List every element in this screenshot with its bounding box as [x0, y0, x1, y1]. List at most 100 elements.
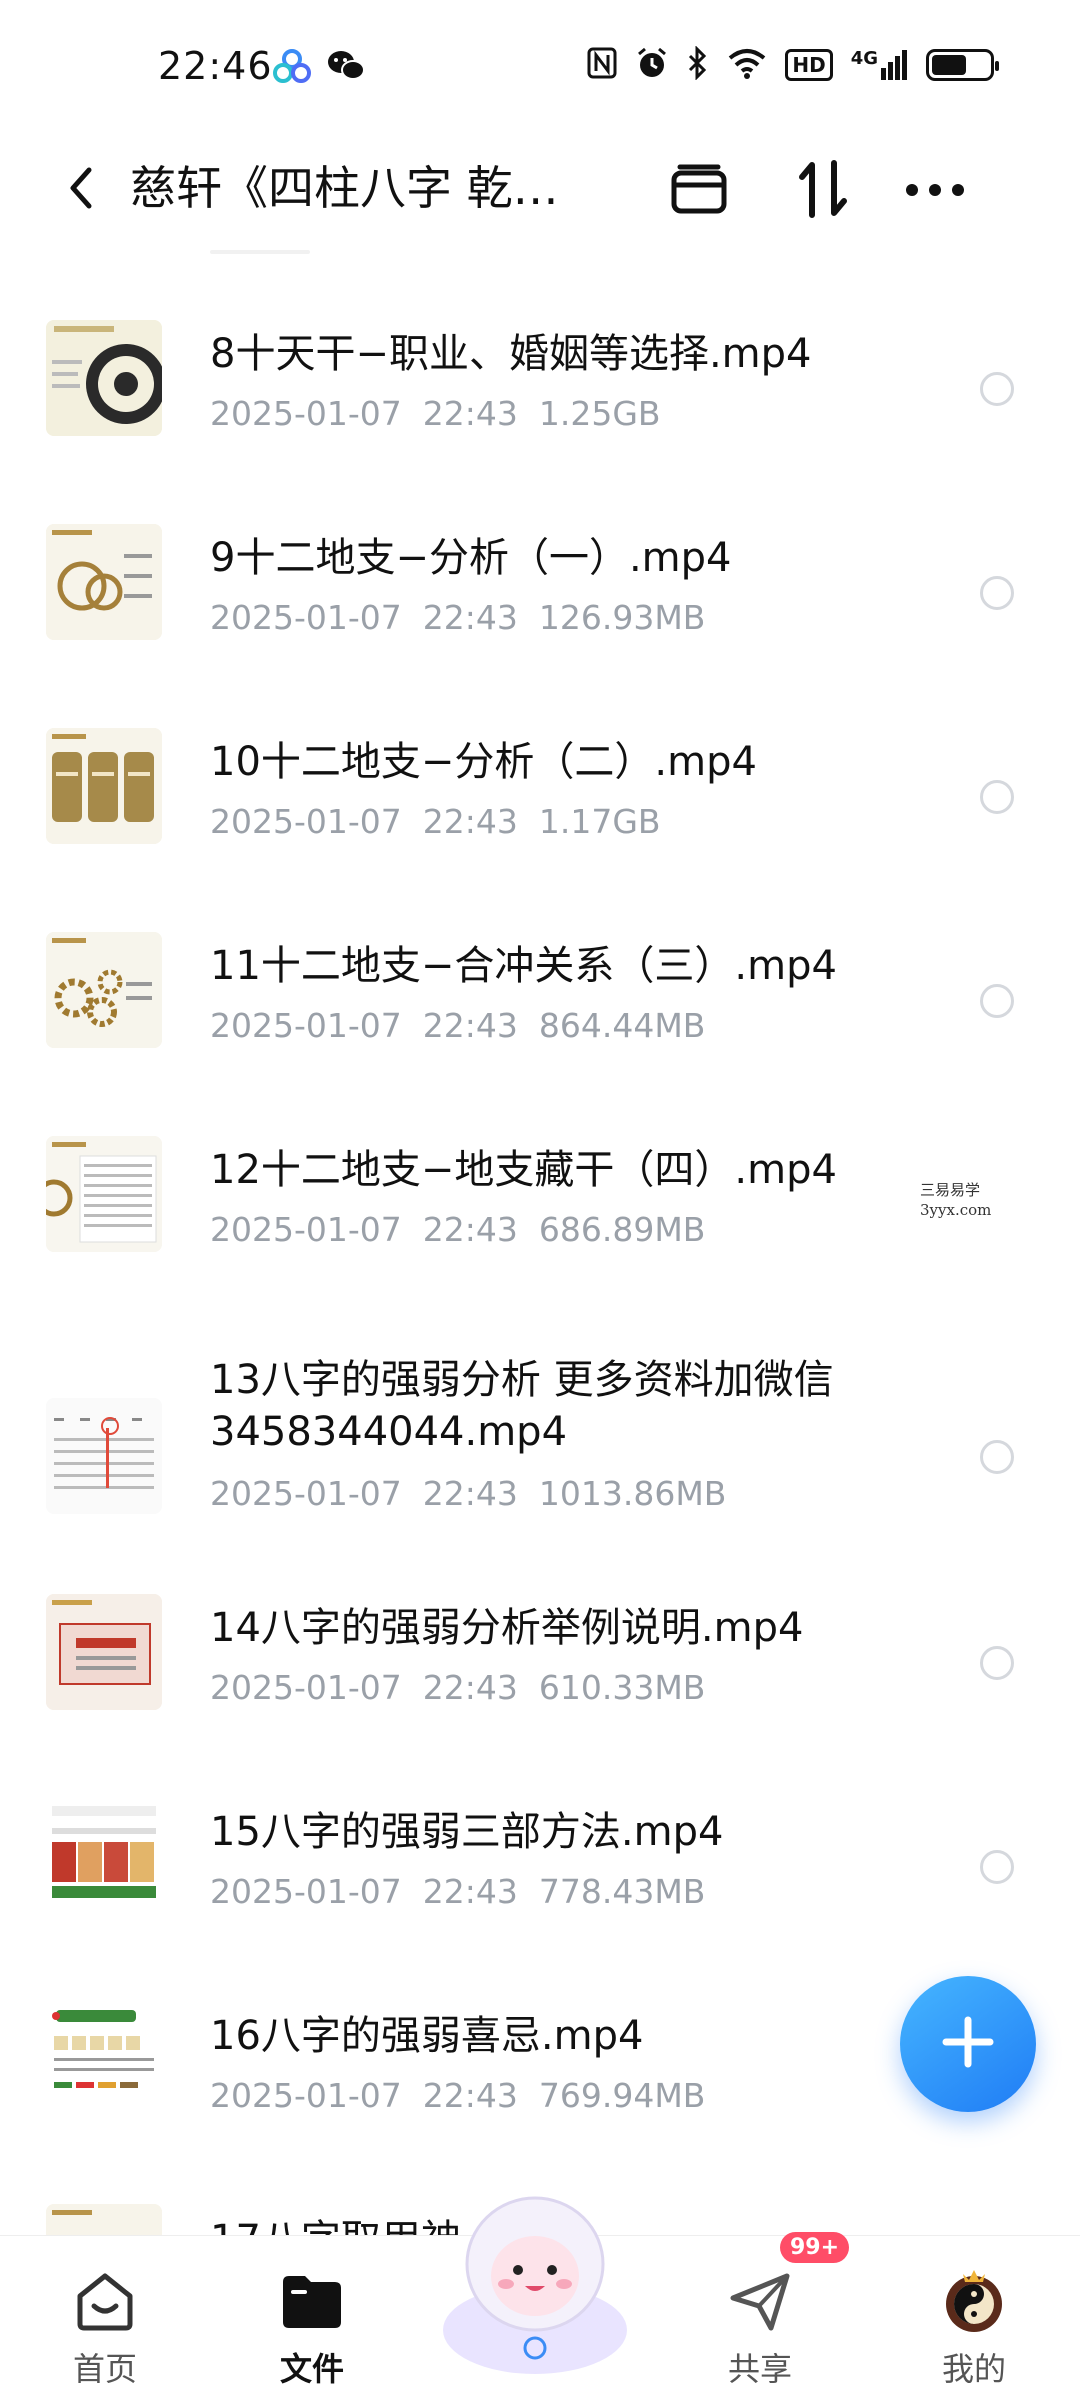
bluetooth-icon [687, 45, 709, 84]
file-date: 2025-01-07 [210, 1668, 402, 1707]
back-button[interactable] [48, 158, 112, 222]
wifi-icon [727, 47, 767, 83]
nav-label: 我的 [941, 2350, 1006, 2388]
header: 慈轩《四柱八字 乾… [0, 130, 1080, 250]
sort-button[interactable] [788, 156, 858, 226]
mascot-icon [430, 2196, 640, 2384]
video-thumbnail [46, 1136, 162, 1252]
file-row[interactable]: 14八字的强弱分析举例说明.mp4 2025-01-07 22:43 610.3… [0, 1594, 1080, 1764]
file-date: 2025-01-07 [210, 1474, 402, 1513]
video-thumbnail [46, 524, 162, 640]
baidu-netdisk-icon [272, 48, 312, 88]
file-size: 864.44MB [538, 1006, 706, 1045]
file-meta: 2025-01-07 22:43 769.94MB [210, 2076, 705, 2115]
video-thumbnail [46, 728, 162, 844]
file-meta: 2025-01-07 22:43 126.93MB [210, 598, 705, 637]
battery-level-fill [932, 55, 966, 75]
select-radio[interactable] [980, 1440, 1014, 1474]
file-name: 14八字的强弱分析举例说明.mp4 [210, 1605, 804, 1651]
file-row[interactable]: 8十天干−职业、婚姻等选择.mp4 2025-01-07 22:43 1.25G… [0, 320, 1080, 490]
file-row[interactable]: 13八字的强弱分析 更多资料加微信3458344044.mp4 2025-01-… [0, 1346, 1080, 1566]
nav-item-home[interactable]: 首页 [35, 2260, 175, 2390]
file-name: 11十二地支−合冲关系（三）.mp4 [210, 943, 837, 989]
file-row[interactable]: 10十二地支−分析（二）.mp4 2025-01-07 22:43 1.17GB [0, 728, 1080, 898]
profile-avatar-icon [939, 2266, 1009, 2336]
watermark: 三易易学 3yyx.com [920, 1180, 991, 1220]
select-radio[interactable] [980, 372, 1014, 406]
video-thumbnail [46, 320, 162, 436]
status-bar: 22:46 HD 4G [0, 0, 1080, 130]
file-date: 2025-01-07 [210, 802, 402, 841]
nav-item-share[interactable]: 共享 [690, 2260, 830, 2390]
file-size: 778.43MB [538, 1872, 706, 1911]
video-thumbnail [46, 2002, 162, 2118]
file-time: 22:43 [422, 394, 518, 433]
file-name: 9十二地支−分析（一）.mp4 [210, 535, 732, 581]
file-size: 1.25GB [538, 394, 661, 433]
file-list: 8十天干−职业、婚姻等选择.mp4 2025-01-07 22:43 1.25G… [0, 250, 1080, 2235]
file-meta: 2025-01-07 22:43 1.25GB [210, 394, 661, 433]
select-radio[interactable] [980, 984, 1014, 1018]
back-icon [65, 164, 95, 216]
nav-label: 首页 [72, 2350, 137, 2388]
share-icon [725, 2266, 795, 2336]
file-time: 22:43 [422, 2076, 518, 2115]
file-meta: 2025-01-07 22:43 864.44MB [210, 1006, 705, 1045]
video-thumbnail [46, 932, 162, 1048]
file-time: 22:43 [422, 802, 518, 841]
file-row[interactable]: 11十二地支−合冲关系（三）.mp4 2025-01-07 22:43 864.… [0, 932, 1080, 1102]
watermark-line: 3yyx.com [920, 1201, 992, 1219]
home-icon [70, 2266, 140, 2336]
file-time: 22:43 [422, 1872, 518, 1911]
share-badge: 99+ [780, 2232, 850, 2263]
status-time: 22:46 [158, 44, 273, 88]
nav-item-files[interactable]: 文件 [242, 2260, 382, 2390]
file-name: 10十二地支−分析（二）.mp4 [210, 739, 757, 785]
file-date: 2025-01-07 [210, 2076, 402, 2115]
wechat-icon [326, 49, 366, 87]
file-name: 12十二地支−地支藏干（四）.mp4 [210, 1147, 837, 1193]
more-icon [905, 182, 965, 201]
page-title: 慈轩《四柱八字 乾… [130, 161, 559, 215]
add-button[interactable] [900, 1976, 1036, 2112]
mascot-button[interactable] [430, 2180, 640, 2380]
file-date: 2025-01-07 [210, 394, 402, 433]
file-row[interactable]: 12十二地支−地支藏干（四）.mp4 2025-01-07 22:43 686.… [0, 1136, 1080, 1306]
file-row[interactable]: 15八字的强弱三部方法.mp4 2025-01-07 22:43 778.43M… [0, 1798, 1080, 1968]
file-row[interactable]: 9十二地支−分析（一）.mp4 2025-01-07 22:43 126.93M… [0, 524, 1080, 694]
file-size: 610.33MB [538, 1668, 706, 1707]
file-meta: 2025-01-07 22:43 686.89MB [210, 1210, 705, 1249]
nav-item-profile[interactable]: 我的 [904, 2260, 1044, 2390]
select-radio[interactable] [980, 576, 1014, 610]
video-thumbnail [46, 1594, 162, 1710]
file-meta: 2025-01-07 22:43 778.43MB [210, 1872, 705, 1911]
file-size: 126.93MB [538, 598, 706, 637]
file-name: 13八字的强弱分析 更多资料加微信3458344044.mp4 [210, 1357, 834, 1455]
plus-icon [940, 2014, 996, 2074]
nfc-icon [587, 47, 617, 83]
file-name: 15八字的强弱三部方法.mp4 [210, 1809, 724, 1855]
file-time: 22:43 [422, 1474, 518, 1513]
file-meta: 2025-01-07 22:43 1013.86MB [210, 1474, 726, 1513]
file-date: 2025-01-07 [210, 1006, 402, 1045]
file-date: 2025-01-07 [210, 598, 402, 637]
video-thumbnail [46, 2204, 162, 2235]
battery-icon [926, 49, 999, 81]
file-time: 22:43 [422, 598, 518, 637]
video-thumbnail [46, 1398, 162, 1514]
file-time: 22:43 [422, 1210, 518, 1249]
file-time: 22:43 [422, 1006, 518, 1045]
video-thumbnail [46, 1798, 162, 1914]
file-size: 1013.86MB [538, 1474, 727, 1513]
file-time: 22:43 [422, 1668, 518, 1707]
more-button[interactable] [900, 156, 970, 226]
watermark-line: 三易易学 [920, 1181, 981, 1199]
select-button[interactable] [664, 156, 734, 226]
file-meta: 2025-01-07 22:43 1.17GB [210, 802, 661, 841]
signal-label: 4G [850, 48, 878, 69]
sort-icon [796, 159, 850, 223]
select-radio[interactable] [980, 1646, 1014, 1680]
select-radio[interactable] [980, 780, 1014, 814]
select-radio[interactable] [980, 1850, 1014, 1884]
file-size: 769.94MB [538, 2076, 706, 2115]
